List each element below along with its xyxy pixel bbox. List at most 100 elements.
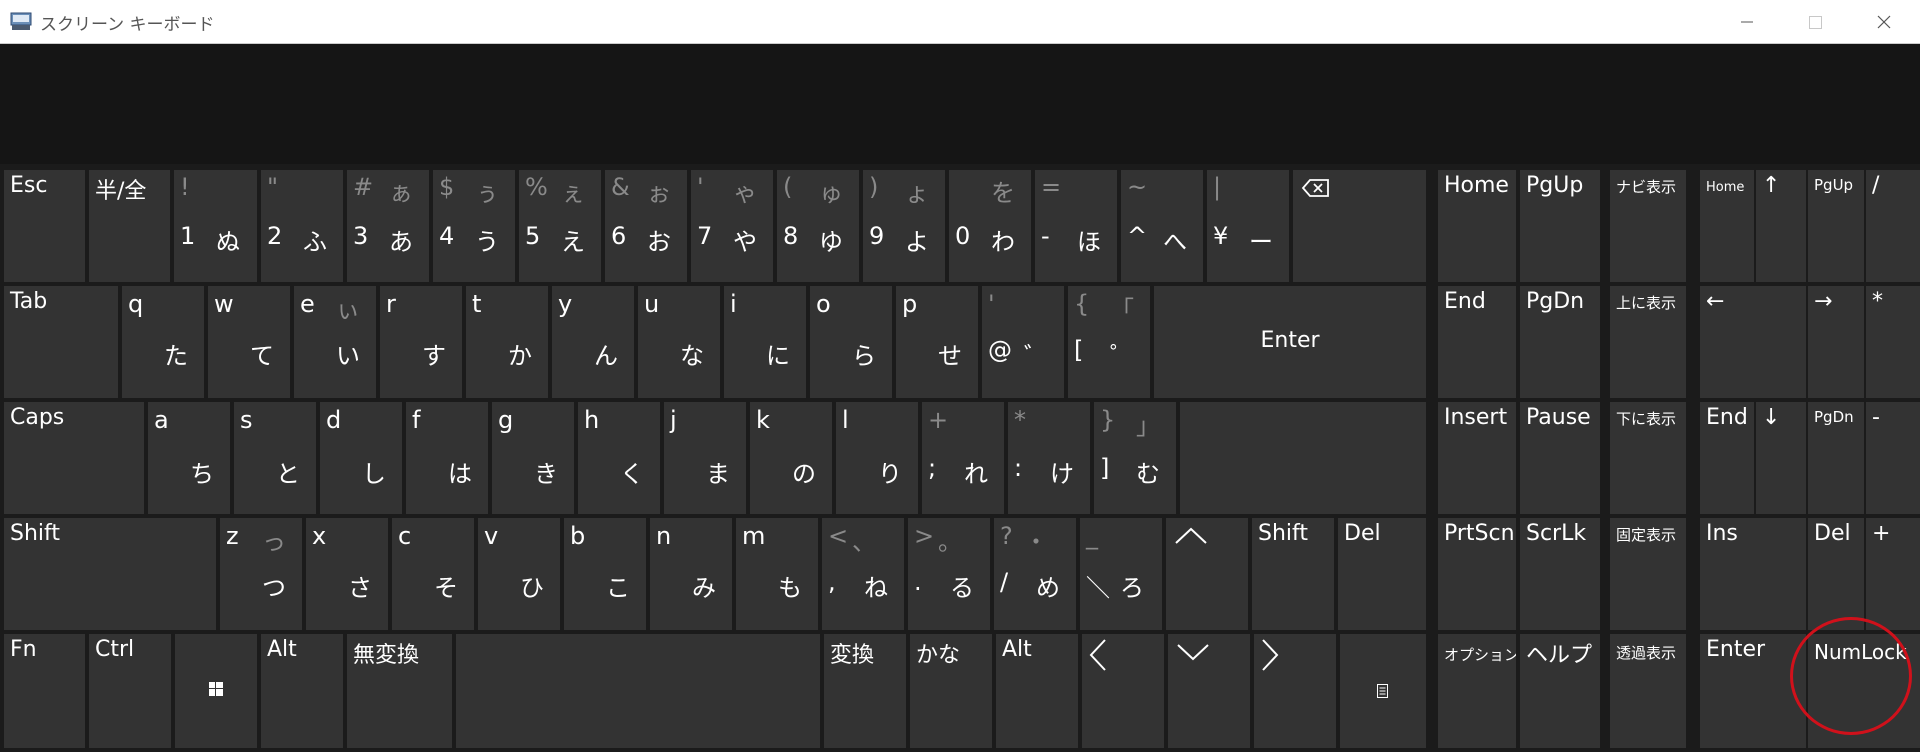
key-fade[interactable]: 透過表示 bbox=[1610, 634, 1686, 748]
key-w[interactable]: wて bbox=[208, 286, 290, 398]
key-l[interactable]: lり bbox=[836, 402, 918, 514]
key-u[interactable]: uな bbox=[638, 286, 720, 398]
key-hankaku-zenkaku[interactable]: 半/全 bbox=[89, 170, 170, 282]
key-context-menu[interactable] bbox=[1340, 634, 1426, 748]
key-dock[interactable]: 固定表示 bbox=[1610, 518, 1686, 630]
key-yen[interactable]: | ¥ ー bbox=[1207, 170, 1289, 282]
key-alt-left[interactable]: Alt bbox=[261, 634, 343, 748]
key-henkan[interactable]: 変換 bbox=[824, 634, 906, 748]
key-home[interactable]: Home bbox=[1438, 170, 1516, 282]
key-4[interactable]: $ ぅ 4 う bbox=[433, 170, 515, 282]
close-button[interactable] bbox=[1848, 0, 1918, 44]
key-backslash[interactable]: _ ＼ ろ bbox=[1080, 518, 1162, 630]
key-x[interactable]: xさ bbox=[306, 518, 388, 630]
key-5[interactable]: % ぇ 5 え bbox=[519, 170, 601, 282]
key-shift-left[interactable]: Shift bbox=[4, 518, 216, 630]
key-semicolon[interactable]: +; れ bbox=[922, 402, 1004, 514]
key-p[interactable]: pせ bbox=[896, 286, 978, 398]
key-help[interactable]: ヘルプ bbox=[1520, 634, 1600, 748]
maximize-button[interactable] bbox=[1780, 0, 1850, 44]
numpad-del[interactable]: Del bbox=[1808, 518, 1864, 630]
key-arrow-down[interactable] bbox=[1168, 634, 1250, 748]
key-move-up[interactable]: 上に表示 bbox=[1610, 286, 1686, 398]
key-o[interactable]: oら bbox=[810, 286, 892, 398]
key-numlock[interactable]: NumLock bbox=[1808, 634, 1920, 748]
key-2[interactable]: " 2 ふ bbox=[261, 170, 343, 282]
key-7[interactable]: ' ゃ 7 や bbox=[691, 170, 773, 282]
key-end[interactable]: End bbox=[1438, 286, 1516, 398]
key-alt-right[interactable]: Alt bbox=[996, 634, 1078, 748]
key-bracket-right[interactable]: } 」] む bbox=[1094, 402, 1176, 514]
key-colon[interactable]: *: け bbox=[1008, 402, 1090, 514]
key-k[interactable]: kの bbox=[750, 402, 832, 514]
key-scrlk[interactable]: ScrLk bbox=[1520, 518, 1600, 630]
key-shift-right[interactable]: Shift bbox=[1252, 518, 1334, 630]
numpad-up[interactable]: ↑ bbox=[1756, 170, 1806, 282]
key-blank-row3[interactable] bbox=[1180, 402, 1426, 514]
key-j[interactable]: jま bbox=[664, 402, 746, 514]
key-period[interactable]: >。. る bbox=[908, 518, 990, 630]
key-6[interactable]: & ぉ 6 お bbox=[605, 170, 687, 282]
key-slash[interactable]: ? ・ / め bbox=[994, 518, 1076, 630]
key-comma[interactable]: <、, ね bbox=[822, 518, 904, 630]
numpad-star[interactable]: * bbox=[1866, 286, 1920, 398]
key-prtscn[interactable]: PrtScn bbox=[1438, 518, 1516, 630]
key-pgup[interactable]: PgUp bbox=[1520, 170, 1600, 282]
key-c[interactable]: cそ bbox=[392, 518, 474, 630]
numpad-enter[interactable]: Enter bbox=[1700, 634, 1806, 748]
key-3[interactable]: # ぁ 3 あ bbox=[347, 170, 429, 282]
key-s[interactable]: sと bbox=[234, 402, 316, 514]
key-windows[interactable] bbox=[175, 634, 257, 748]
key-caps[interactable]: Caps bbox=[4, 402, 144, 514]
numpad-right[interactable]: → bbox=[1808, 286, 1864, 398]
key-9[interactable]: ) ょ 9 よ bbox=[863, 170, 945, 282]
key-esc[interactable]: Esc bbox=[4, 170, 85, 282]
key-z[interactable]: zっつ bbox=[220, 518, 302, 630]
numpad-home[interactable]: Home bbox=[1700, 170, 1754, 282]
key-options[interactable]: オプション bbox=[1438, 634, 1516, 748]
key-q[interactable]: qた bbox=[122, 286, 204, 398]
key-f[interactable]: fは bbox=[406, 402, 488, 514]
key-del[interactable]: Del bbox=[1338, 518, 1426, 630]
key-y[interactable]: yん bbox=[552, 286, 634, 398]
key-insert[interactable]: Insert bbox=[1438, 402, 1516, 514]
numpad-pgdn[interactable]: PgDn bbox=[1808, 402, 1864, 514]
key-r[interactable]: rす bbox=[380, 286, 462, 398]
numpad-down[interactable]: ↓ bbox=[1756, 402, 1806, 514]
key-e[interactable]: eぃい bbox=[294, 286, 376, 398]
numpad-pgup[interactable]: PgUp bbox=[1808, 170, 1864, 282]
key-i[interactable]: iに bbox=[724, 286, 806, 398]
key-fn[interactable]: Fn bbox=[4, 634, 85, 748]
minimize-button[interactable] bbox=[1712, 0, 1782, 44]
key-caret[interactable]: ~ ^ へ bbox=[1121, 170, 1203, 282]
key-v[interactable]: vひ bbox=[478, 518, 560, 630]
numpad-slash[interactable]: / bbox=[1866, 170, 1920, 282]
key-g[interactable]: gき bbox=[492, 402, 574, 514]
key-minus[interactable]: = - ほ bbox=[1035, 170, 1117, 282]
key-kana[interactable]: かな bbox=[910, 634, 992, 748]
numpad-end[interactable]: End bbox=[1700, 402, 1754, 514]
key-a[interactable]: aち bbox=[148, 402, 230, 514]
key-1[interactable]: ! 1 ぬ bbox=[174, 170, 257, 282]
numpad-minus[interactable]: - bbox=[1866, 402, 1920, 514]
key-d[interactable]: dし bbox=[320, 402, 402, 514]
key-0[interactable]: を 0 わ bbox=[949, 170, 1031, 282]
key-arrow-up[interactable] bbox=[1166, 518, 1248, 630]
key-enter[interactable]: Enter bbox=[1154, 286, 1426, 398]
key-arrow-right[interactable] bbox=[1254, 634, 1336, 748]
key-t[interactable]: tか bbox=[466, 286, 548, 398]
key-m[interactable]: mも bbox=[736, 518, 818, 630]
key-pgdn[interactable]: PgDn bbox=[1520, 286, 1600, 398]
key-b[interactable]: bこ bbox=[564, 518, 646, 630]
key-space[interactable] bbox=[456, 634, 820, 748]
key-tab[interactable]: Tab bbox=[4, 286, 118, 398]
numpad-ins[interactable]: Ins bbox=[1700, 518, 1806, 630]
key-pause[interactable]: Pause bbox=[1520, 402, 1600, 514]
key-backspace[interactable] bbox=[1293, 170, 1426, 282]
key-arrow-left[interactable] bbox=[1082, 634, 1164, 748]
key-at[interactable]: ' @ ゛ bbox=[982, 286, 1064, 398]
key-n[interactable]: nみ bbox=[650, 518, 732, 630]
key-move-down[interactable]: 下に表示 bbox=[1610, 402, 1686, 514]
numpad-left[interactable]: ← bbox=[1700, 286, 1806, 398]
key-bracket-left[interactable]: {「 [゜ bbox=[1068, 286, 1150, 398]
